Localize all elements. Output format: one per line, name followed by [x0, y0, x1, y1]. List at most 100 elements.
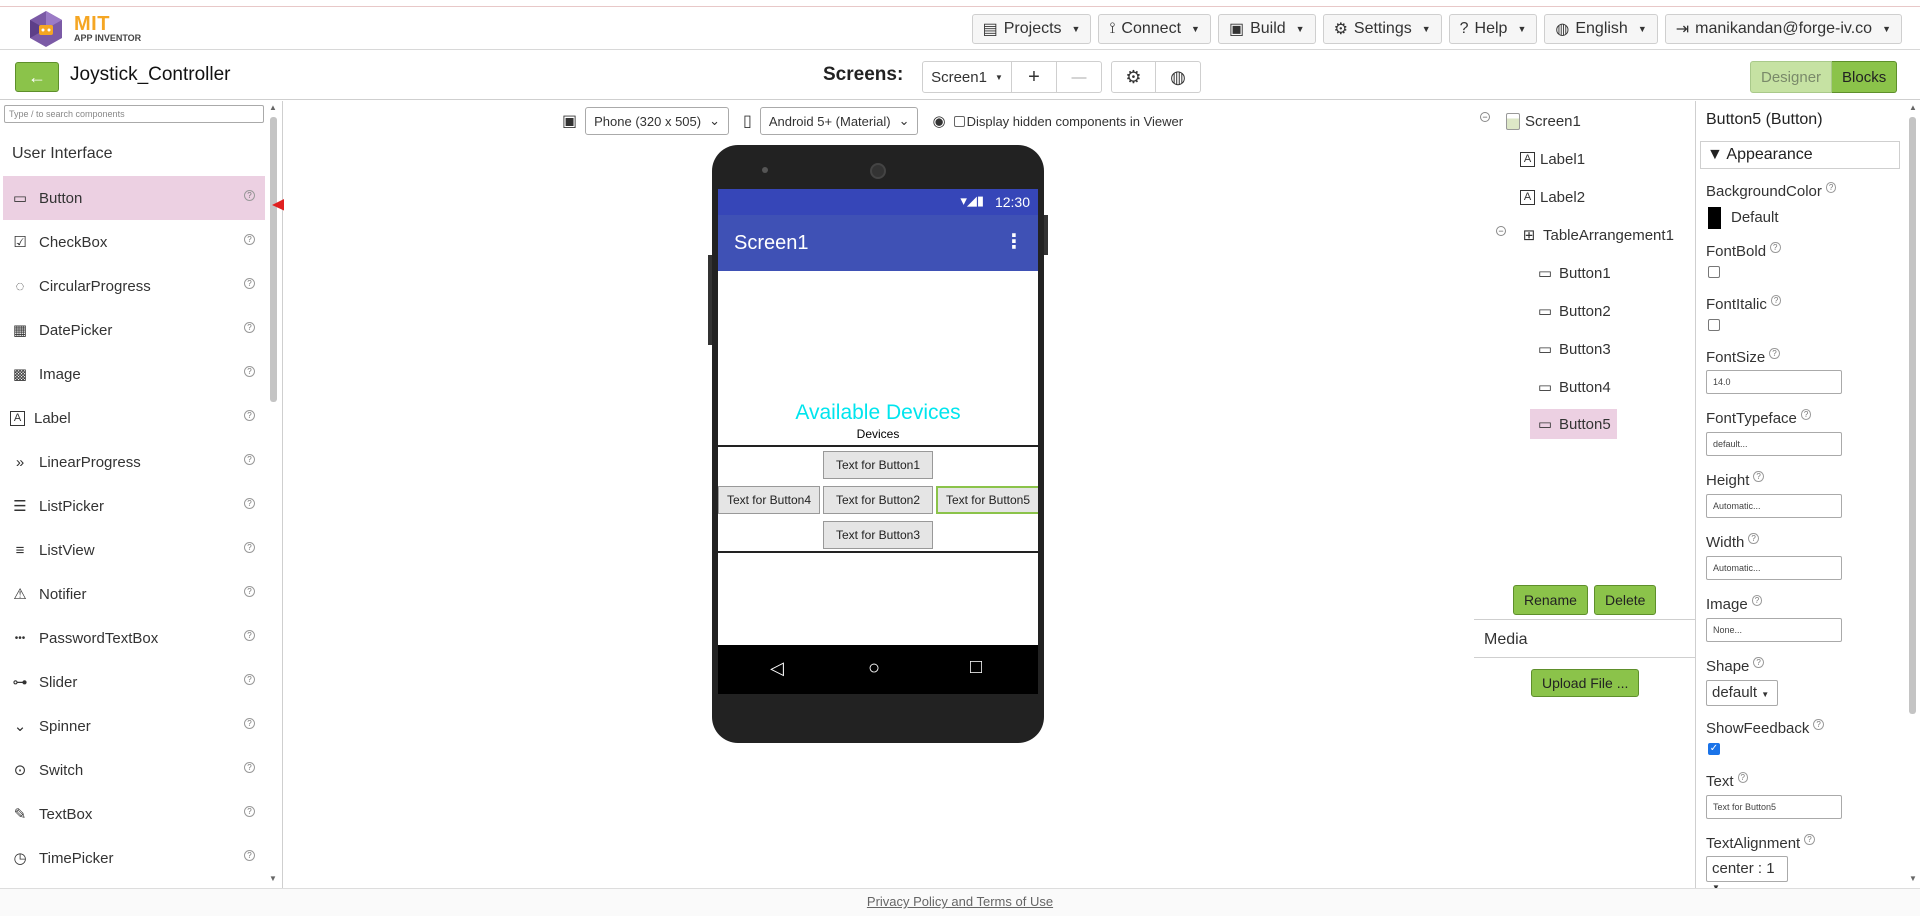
- help-icon[interactable]: ?: [244, 366, 255, 377]
- help-icon[interactable]: ?: [1825, 182, 1837, 193]
- text-input[interactable]: Text for Button5: [1706, 795, 1842, 819]
- fontsize-input[interactable]: 14.0: [1706, 370, 1842, 394]
- palette-item-listview[interactable]: ≡ ListView?: [3, 528, 265, 572]
- palette-scroll-thumb[interactable]: [270, 117, 277, 402]
- tree-node-button2[interactable]: ▭ Button2: [1536, 296, 1617, 326]
- tree-node-label1[interactable]: A Label1: [1520, 144, 1591, 174]
- tree-node-button3[interactable]: ▭ Button3: [1536, 334, 1617, 364]
- settings-menu-button[interactable]: ⚙ Settings ▼: [1322, 14, 1442, 44]
- help-icon[interactable]: ?: [244, 586, 255, 597]
- tree-node-button5[interactable]: ▭ Button5: [1530, 409, 1617, 439]
- help-icon[interactable]: ?: [1770, 295, 1782, 306]
- help-icon[interactable]: ?: [244, 498, 255, 509]
- account-menu-button[interactable]: ⇥ manikandan@forge-iv.co ▼: [1664, 14, 1902, 44]
- back-button[interactable]: ←: [15, 62, 59, 92]
- help-icon[interactable]: ?: [244, 542, 255, 553]
- showfeedback-checkbox[interactable]: ✓: [1708, 743, 1720, 755]
- image-input[interactable]: None...: [1706, 618, 1842, 642]
- help-icon[interactable]: ?: [244, 806, 255, 817]
- palette-category-title[interactable]: User Interface: [12, 145, 112, 163]
- language-menu-button[interactable]: ◍ English ▼: [1544, 14, 1658, 44]
- scroll-up-icon[interactable]: ▲: [1909, 103, 1917, 112]
- palette-item-textbox[interactable]: ✎ TextBox?: [3, 792, 265, 836]
- properties-scroll-thumb[interactable]: [1909, 117, 1916, 714]
- properties-scrollbar[interactable]: ▲ ▼: [1908, 103, 1918, 883]
- tree-node-button4[interactable]: ▭ Button4: [1536, 372, 1617, 402]
- button2-preview[interactable]: Text for Button2: [823, 486, 933, 514]
- help-icon[interactable]: ?: [244, 190, 255, 201]
- help-icon[interactable]: ?: [1748, 533, 1759, 544]
- palette-item-switch[interactable]: ⊙ Switch?: [3, 748, 265, 792]
- help-icon[interactable]: ?: [244, 234, 255, 245]
- help-icon[interactable]: ?: [244, 454, 255, 465]
- help-icon[interactable]: ?: [1800, 409, 1812, 420]
- help-icon[interactable]: ?: [1813, 719, 1824, 730]
- projects-menu-button[interactable]: ▤ Projects ▼: [971, 14, 1092, 44]
- preview-button[interactable]: ◍: [1156, 61, 1201, 93]
- palette-item-spinner[interactable]: ⌄ Spinner?: [3, 704, 265, 748]
- blocks-button[interactable]: Blocks: [1832, 61, 1898, 93]
- upload-file-button[interactable]: Upload File ...: [1531, 669, 1640, 697]
- add-screen-button[interactable]: +: [1012, 61, 1057, 93]
- help-icon[interactable]: ?: [244, 278, 255, 289]
- help-icon[interactable]: ?: [1753, 471, 1764, 482]
- palette-item-button[interactable]: ▭ Button?: [3, 176, 265, 220]
- help-icon[interactable]: ?: [1770, 242, 1781, 253]
- fonttypeface-input[interactable]: default...: [1706, 432, 1842, 456]
- hidden-components-checkbox[interactable]: [953, 115, 965, 127]
- privacy-policy-link[interactable]: Privacy Policy and Terms of Use: [867, 894, 1053, 909]
- palette-item-linearprogress[interactable]: » LinearProgress?: [3, 440, 265, 484]
- tree-node-label2[interactable]: A Label2: [1520, 182, 1591, 212]
- palette-item-checkbox[interactable]: ☑ CheckBox?: [3, 220, 265, 264]
- fontbold-checkbox[interactable]: [1708, 266, 1720, 278]
- scroll-down-icon[interactable]: ▼: [269, 874, 277, 883]
- help-icon[interactable]: ?: [1753, 657, 1764, 668]
- button3-preview[interactable]: Text for Button3: [823, 521, 933, 549]
- button1-preview[interactable]: Text for Button1: [823, 451, 933, 479]
- help-icon[interactable]: ?: [244, 410, 255, 421]
- button4-preview[interactable]: Text for Button4: [718, 486, 820, 514]
- fontitalic-checkbox[interactable]: [1708, 319, 1720, 331]
- help-icon[interactable]: ?: [244, 630, 255, 641]
- theme-select[interactable]: Android 5+ (Material) ⌄: [759, 107, 919, 135]
- palette-item-circularprogress[interactable]: ◌ CircularProgress?: [3, 264, 265, 308]
- width-input[interactable]: Automatic...: [1706, 556, 1842, 580]
- help-icon[interactable]: ?: [1737, 772, 1748, 783]
- palette-item-timepicker[interactable]: ◷ TimePicker?: [3, 836, 265, 880]
- overflow-menu-icon[interactable]: ⋮: [1004, 229, 1024, 254]
- scroll-down-icon[interactable]: ▼: [1909, 874, 1917, 883]
- palette-search-input[interactable]: Type / to search components: [4, 105, 264, 123]
- help-icon[interactable]: ?: [244, 718, 255, 729]
- help-icon[interactable]: ?: [244, 850, 255, 861]
- collapse-tablearrangement1-icon[interactable]: −: [1496, 226, 1506, 236]
- color-swatch[interactable]: [1708, 207, 1721, 229]
- device-size-select[interactable]: Phone (320 x 505) ⌄: [585, 107, 729, 135]
- screen-select[interactable]: Screen1 ▼: [922, 61, 1012, 93]
- mit-logo[interactable]: MIT APP INVENTOR: [26, 9, 176, 49]
- height-input[interactable]: Automatic...: [1706, 494, 1842, 518]
- palette-scrollbar[interactable]: ▲ ▼: [268, 103, 280, 883]
- label1-preview[interactable]: Available Devices: [718, 401, 1038, 425]
- palette-item-label[interactable]: A Label?: [3, 396, 265, 440]
- remove-screen-button[interactable]: —: [1057, 61, 1102, 93]
- tree-node-tablearrangement1[interactable]: ⊞ TableArrangement1: [1520, 220, 1680, 250]
- project-properties-button[interactable]: ⚙: [1111, 61, 1156, 93]
- label2-preview[interactable]: Devices: [718, 427, 1038, 441]
- connect-menu-button[interactable]: ⟟ Connect ▼: [1098, 14, 1211, 44]
- delete-button[interactable]: Delete: [1594, 585, 1657, 615]
- palette-item-slider[interactable]: ⊶ Slider?: [3, 660, 265, 704]
- scroll-up-icon[interactable]: ▲: [269, 103, 277, 112]
- appearance-section-header[interactable]: ▼ Appearance: [1700, 141, 1900, 169]
- help-icon[interactable]: ?: [1804, 834, 1815, 845]
- help-menu-button[interactable]: ? Help ▼: [1448, 14, 1538, 44]
- palette-item-passwordtextbox[interactable]: ••• PasswordTextBox?: [3, 616, 265, 660]
- textalignment-select[interactable]: center : 1 ▼: [1706, 856, 1788, 888]
- help-icon[interactable]: ?: [1751, 595, 1763, 606]
- collapse-screen1-icon[interactable]: −: [1480, 112, 1490, 122]
- rename-button[interactable]: Rename: [1513, 585, 1588, 615]
- palette-item-listpicker[interactable]: ☰ ListPicker?: [3, 484, 265, 528]
- table-arrangement-preview[interactable]: Text for Button1 Text for Button4 Text f…: [718, 445, 1038, 553]
- help-icon[interactable]: ?: [244, 762, 255, 773]
- tree-node-screen1[interactable]: Screen1: [1506, 106, 1587, 136]
- palette-item-notifier[interactable]: ⚠ Notifier?: [3, 572, 265, 616]
